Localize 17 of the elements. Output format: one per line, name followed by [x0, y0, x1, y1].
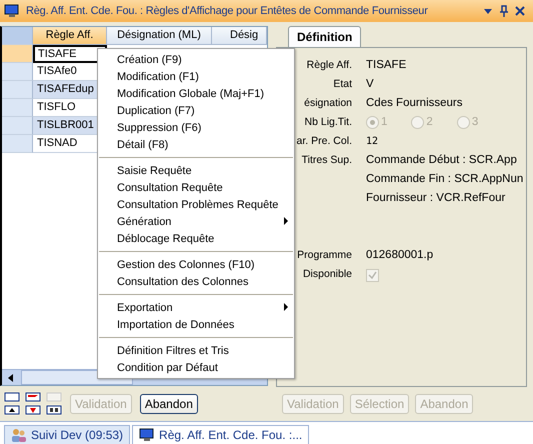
- field-label: Programme: [296, 248, 352, 263]
- field-label: Titres Sup.: [300, 153, 352, 168]
- window-title: Règ. Aff. Ent. Cde. Fou. : Règles d'Affichage pour Entêtes de Commande Fournisseur: [26, 5, 429, 17]
- field-value: TISAFE: [366, 58, 406, 73]
- field-value: Commande Début : SCR.App: [366, 153, 518, 168]
- field-label: ésignation: [303, 96, 352, 111]
- field-value: Cdes Fournisseurs: [366, 96, 463, 111]
- field-label: Nb Lig.Tit.: [304, 115, 352, 130]
- field-value: Commande Fin : SCR.AppNun: [366, 172, 524, 187]
- field-label: Etat: [332, 77, 352, 92]
- field-value: 012680001.p: [366, 248, 434, 263]
- field-value: V: [366, 77, 374, 92]
- field-label: Règle Aff.: [306, 58, 352, 73]
- field-value: 12: [366, 135, 378, 149]
- field-label: Disponible: [302, 267, 352, 282]
- field-label: ar. Pre. Col.: [296, 134, 352, 149]
- field-value: Fournisseur : VCR.RefFour: [366, 191, 506, 206]
